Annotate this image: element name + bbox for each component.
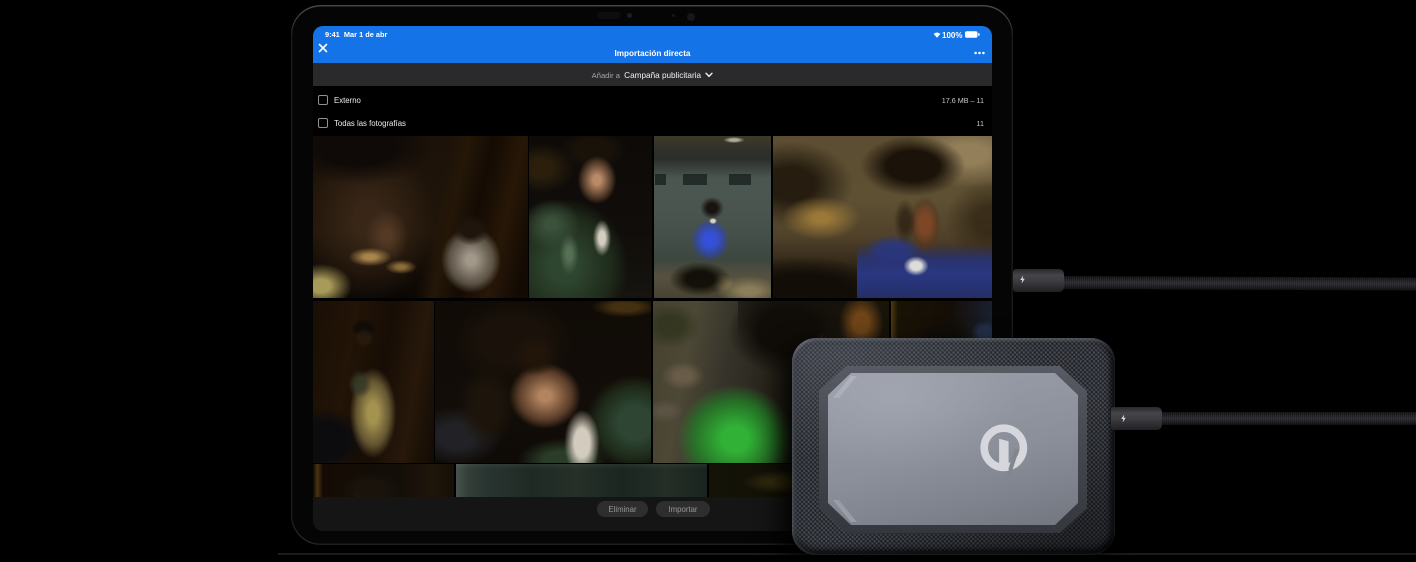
svg-text:100%: 100% bbox=[942, 31, 962, 39]
